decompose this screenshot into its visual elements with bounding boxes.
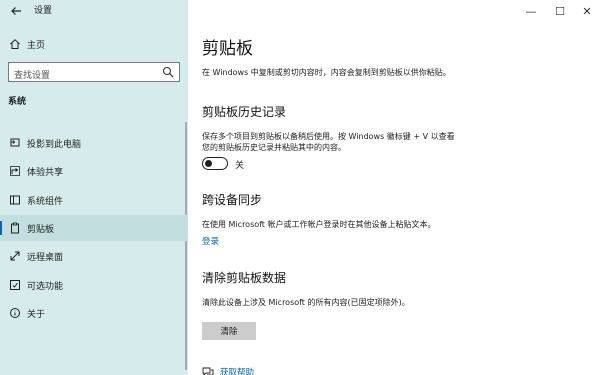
sync-heading: 跨设备同步 (202, 193, 263, 207)
section-heading: 系统 (8, 97, 27, 107)
home-icon (8, 37, 22, 51)
sidebar-item-optional-features[interactable]: 可选功能 (0, 272, 188, 298)
get-help-label: 获取帮助 (220, 368, 255, 375)
maximize-button[interactable]: ☐ (545, 0, 575, 22)
search-input[interactable] (9, 67, 159, 85)
sync-desc: 在使用 Microsoft 帐户或工作帐户登录时在其他设备上粘贴文本。 (202, 220, 436, 229)
search-icon (162, 66, 174, 78)
back-arrow-icon (11, 7, 21, 15)
back-button[interactable] (10, 5, 24, 17)
share-icon (8, 164, 22, 178)
sidebar-item-label: 体验共享 (27, 167, 64, 178)
history-toggle[interactable] (202, 157, 228, 170)
project-icon (8, 136, 22, 150)
remote-desktop-icon (8, 249, 22, 263)
sidebar-item-label: 可选功能 (27, 281, 64, 292)
history-desc-line2: 您的剪贴板历史记录并粘贴其中的内容。 (202, 143, 346, 152)
clear-button[interactable]: 清除 (202, 322, 256, 340)
intro-text: 在 Windows 中复制或剪切内容时，内容会复制到剪贴板以供你粘贴。 (202, 68, 451, 77)
active-indicator (0, 221, 2, 235)
sidebar-item-label: 远程桌面 (27, 252, 64, 263)
history-heading: 剪贴板历史记录 (202, 105, 287, 119)
clipboard-icon (8, 221, 22, 235)
sidebar-item-about[interactable]: 关于 (0, 300, 188, 326)
sidebar-item-home[interactable]: 主页 (0, 31, 188, 57)
chat-help-icon (202, 367, 214, 375)
sidebar-item-clipboard[interactable]: 剪贴板 (0, 215, 188, 241)
page-title: 剪贴板 (202, 39, 253, 59)
sidebar-item-project[interactable]: 投影到此电脑 (0, 130, 188, 156)
clear-desc: 清除此设备上涉及 Microsoft 的所有内容(已固定项除外)。 (202, 298, 410, 307)
sidebar-item-remote-desktop[interactable]: 远程桌面 (0, 243, 188, 269)
sidebar-item-label: 关于 (27, 309, 46, 320)
sign-in-link[interactable]: 登录 (202, 235, 219, 247)
close-button[interactable]: ✕ (572, 0, 600, 22)
get-help-link[interactable]: 获取帮助 (202, 366, 254, 375)
info-icon (8, 306, 22, 320)
search-box[interactable] (8, 62, 180, 85)
sidebar-item-label: 主页 (27, 40, 46, 51)
minimize-button[interactable]: — (516, 0, 546, 22)
sidebar-item-share[interactable]: 体验共享 (0, 158, 188, 184)
optional-features-icon (8, 278, 22, 292)
sidebar-item-label: 剪贴板 (27, 224, 55, 235)
history-desc-line1: 保存多个项目到剪贴板以备稍后使用。按 Windows 徽标键 + V 以查看 (202, 132, 455, 141)
toggle-knob (205, 160, 212, 167)
toggle-state-label: 关 (235, 161, 245, 171)
app-title: 设置 (34, 6, 53, 16)
sidebar-item-label: 系统组件 (27, 196, 64, 207)
sidebar-item-label: 投影到此电脑 (27, 139, 82, 150)
components-icon (8, 193, 22, 207)
sidebar-item-components[interactable]: 系统组件 (0, 187, 188, 213)
clear-heading: 清除剪贴板数据 (202, 271, 287, 285)
